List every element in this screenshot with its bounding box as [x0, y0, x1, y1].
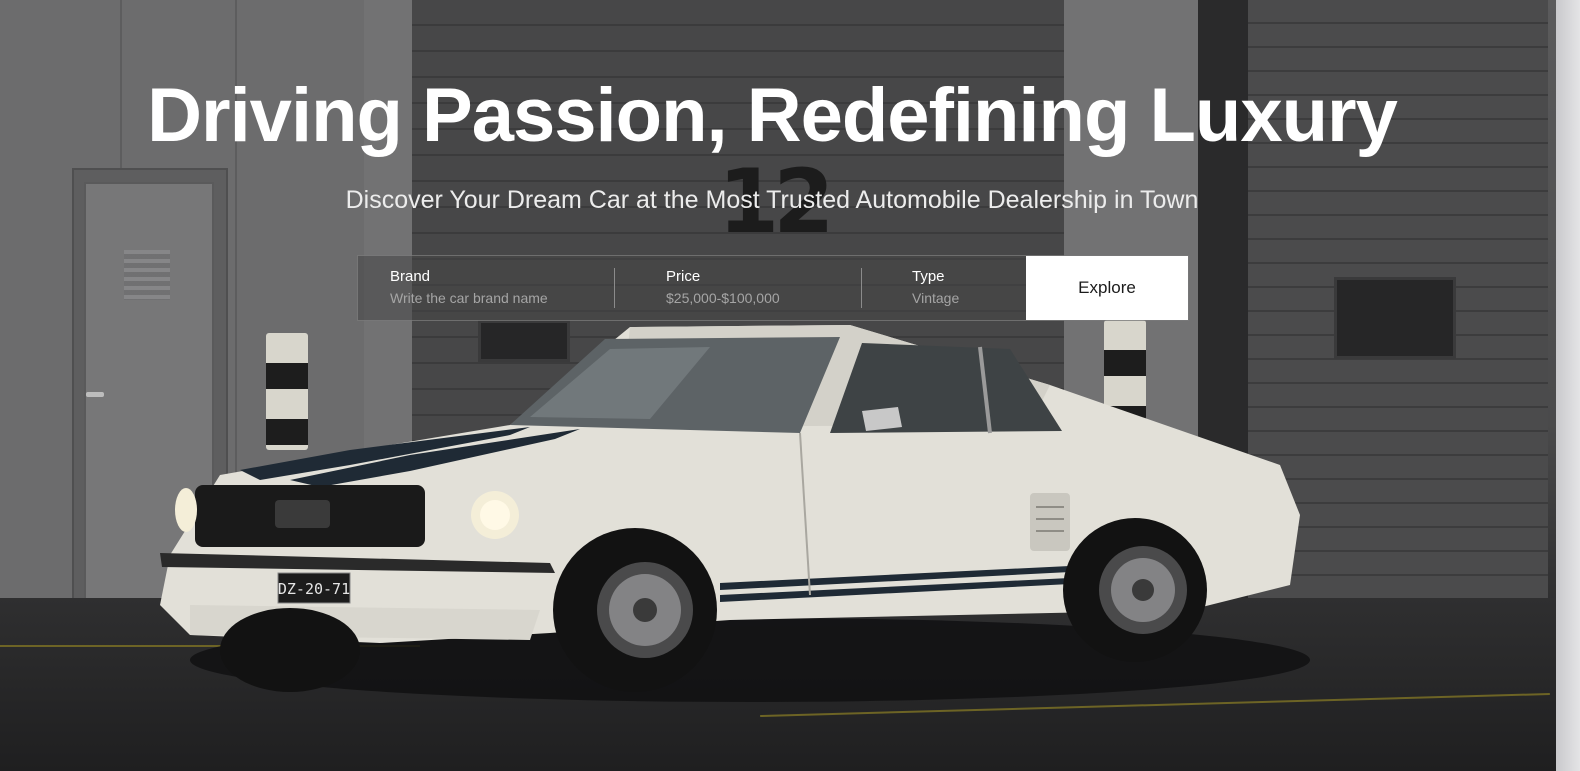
brand-input[interactable]: Write the car brand name: [390, 290, 548, 306]
page-edge: [1556, 0, 1580, 771]
garage-window: [1334, 277, 1456, 359]
brand-label: Brand: [390, 268, 431, 285]
front-wheel: [553, 528, 717, 692]
brand-field[interactable]: Brand Write the car brand name: [390, 256, 610, 320]
type-field[interactable]: Type Vintage: [912, 256, 1012, 320]
door-handle: [86, 392, 104, 397]
door-sticker: [124, 250, 170, 300]
field-divider: [861, 268, 862, 308]
car-image: DZ-20-71: [160, 325, 1310, 702]
type-label: Type: [912, 268, 945, 285]
car-search-bar: Brand Write the car brand name Price $25…: [357, 255, 1189, 321]
price-field[interactable]: Price $25,000-$100,000: [666, 256, 856, 320]
license-plate: DZ-20-71: [278, 580, 350, 598]
price-input[interactable]: $25,000-$100,000: [666, 290, 780, 306]
hero-subheadline: Discover Your Dream Car at the Most Trus…: [345, 186, 1199, 214]
price-label: Price: [666, 268, 701, 285]
type-input[interactable]: Vintage: [912, 290, 959, 306]
field-divider: [614, 268, 615, 308]
explore-button[interactable]: Explore: [1026, 256, 1188, 320]
rear-wheel: [1063, 518, 1207, 662]
hero-section: 12 DZ-20-71 Driving Passion, Redefining …: [0, 0, 1556, 771]
hero-headline: Driving Passion, Redefining Luxury: [147, 73, 1398, 158]
